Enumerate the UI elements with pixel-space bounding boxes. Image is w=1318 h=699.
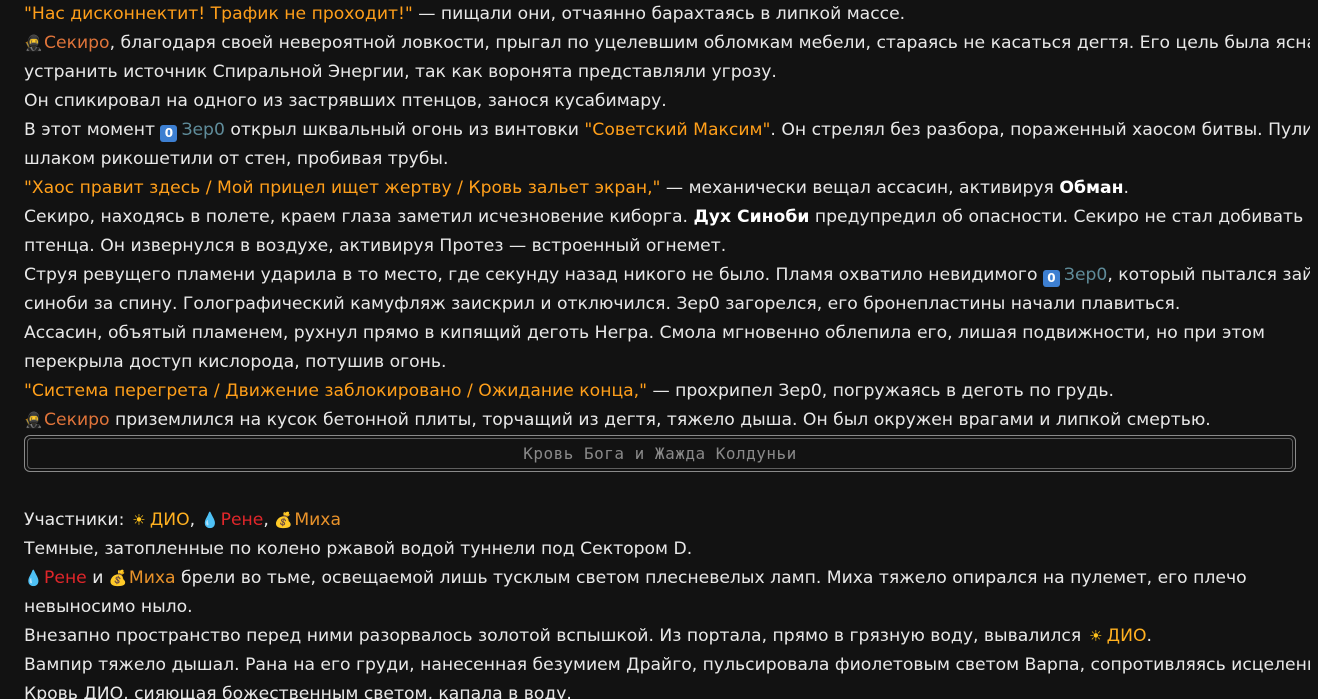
blood-drop-icon: 💧	[200, 511, 220, 529]
story-part-one: "Нас дисконнектит! Трафик не проходит!" …	[24, 0, 1310, 435]
money-bag-icon: 💰	[274, 511, 293, 529]
participants-label: Участники:	[24, 510, 130, 530]
narration-text: — прохрипел Зер0, погружаясь в деготь по…	[647, 381, 1114, 401]
story-line: Внезапно пространство перед ними разорва…	[24, 622, 1310, 651]
narration-text: Внезапно пространство перед ними разорва…	[24, 626, 1087, 646]
character-name-dio[interactable]: ДИО	[1107, 626, 1147, 646]
keycap-zero-icon: 0	[1042, 270, 1060, 287]
ninja-icon	[24, 29, 42, 58]
ability-name: Дух Синоби	[693, 207, 810, 227]
ninja-icon	[24, 406, 42, 435]
character-name-miha[interactable]: Миха	[294, 510, 341, 530]
narration-text: , который пытался зайти	[1107, 265, 1310, 285]
weapon-name-quote: "Советский Максим"	[584, 120, 771, 140]
story-line: невыносимо ныло.	[24, 597, 193, 617]
story-line: шлаком рикошетили от стен, пробивая труб…	[24, 149, 449, 169]
money-bag-icon: 💰	[108, 569, 128, 587]
chapter-title: Кровь Бога и Жажда Колдуньи	[27, 438, 1293, 469]
story-line: Он спикировал на одного из застрявших пт…	[24, 91, 667, 111]
narration-text: — механически вещал ассасин, активируя	[660, 178, 1060, 198]
narration-text: открыл шквальный огонь из винтовки	[224, 120, 585, 140]
sun-icon: ☀	[1088, 627, 1103, 645]
character-name-dio[interactable]: ДИО	[150, 510, 190, 530]
story-line: "Нас дисконнектит! Трафик не проходит!" …	[24, 0, 1310, 29]
story-line: "Хаос правит здесь / Мой прицел ищет жер…	[24, 174, 1310, 203]
story-line: Темные, затопленные по колено ржавой вод…	[24, 539, 693, 559]
narration-text: Струя ревущего пламени ударила в то мест…	[24, 265, 1043, 285]
character-name-rene[interactable]: Рене	[44, 568, 87, 588]
character-name-sekiro[interactable]: Секиро	[44, 410, 110, 430]
narration-text: предупредил об опасности. Секиро не стал…	[809, 207, 1304, 227]
blood-drop-icon: 💧	[24, 569, 43, 587]
chapter-divider: Кровь Бога и Жажда Колдуньи	[24, 435, 1296, 472]
narration-text: .	[1146, 626, 1152, 646]
story-line: синоби за спину. Голографический камуфля…	[24, 294, 1181, 314]
character-name-miha[interactable]: Миха	[129, 568, 176, 588]
keycap-zero-icon: 0	[160, 125, 178, 142]
separator: ,	[263, 510, 275, 530]
story-line: Вампир тяжело дышал. Рана на его груди, …	[24, 655, 1310, 675]
narration-text: приземлился на кусок бетонной плиты, тор…	[109, 410, 1211, 430]
character-name-zer0[interactable]: Зер0	[181, 120, 224, 140]
character-name-zer0[interactable]: Зер0	[1064, 265, 1107, 285]
dialogue-quote: "Нас дисконнектит! Трафик не проходит!"	[24, 4, 413, 24]
story-line: Струя ревущего пламени ударила в то мест…	[24, 261, 1310, 290]
narration-text: брели во тьме, освещаемой лишь тусклым с…	[175, 568, 1247, 588]
dialogue-quote: "Система перегрета / Движение заблокиров…	[24, 381, 648, 401]
story-line: Секиро приземлился на кусок бетонной пли…	[24, 406, 1310, 435]
narration-text: . Он стрелял без разбора, пораженный хао…	[770, 120, 1310, 140]
story-line: Секиро, благодаря своей невероятной ловк…	[24, 29, 1310, 58]
narration-text: — пищали они, отчаянно барахтаясь в липк…	[412, 4, 906, 24]
narration-text: , благодаря своей невероятной ловкости, …	[109, 33, 1310, 53]
character-name-rene[interactable]: Рене	[221, 510, 264, 530]
story-line: Секиро, находясь в полете, краем глаза з…	[24, 203, 1310, 232]
sun-icon: ☀	[132, 511, 146, 529]
narration-text: и	[86, 568, 109, 588]
dialogue-quote: "Хаос правит здесь / Мой прицел ищет жер…	[24, 178, 661, 198]
story-line: "Система перегрета / Движение заблокиров…	[24, 377, 1310, 406]
participants-line: Участники: ☀ ДИО, 💧Рене, 💰Миха	[24, 506, 1310, 535]
separator: ,	[189, 510, 201, 530]
ability-name: Обман	[1059, 178, 1124, 198]
story-line: птенца. Он извернулся в воздухе, активир…	[24, 236, 727, 256]
narration-text: Секиро, находясь в полете, краем глаза з…	[24, 207, 694, 227]
story-line: Кровь ДИО, сияющая божественным светом, …	[24, 684, 572, 699]
narration-text: .	[1123, 178, 1129, 198]
story-part-two: Участники: ☀ ДИО, 💧Рене, 💰Миха Темные, за…	[24, 506, 1310, 699]
story-line: 💧Рене и 💰Миха брели во тьме, освещаемой …	[24, 564, 1310, 593]
narration-text: В этот момент	[24, 120, 161, 140]
story-line: В этот момент 0 Зер0 открыл шквальный ого…	[24, 116, 1310, 145]
story-line: Ассасин, объятый пламенем, рухнул прямо …	[24, 323, 1265, 343]
story-line: перекрыла доступ кислорода, потушив огон…	[24, 352, 447, 372]
story-line: устранить источник Спиральной Энергии, т…	[24, 62, 777, 82]
character-name-sekiro[interactable]: Секиро	[44, 33, 110, 53]
